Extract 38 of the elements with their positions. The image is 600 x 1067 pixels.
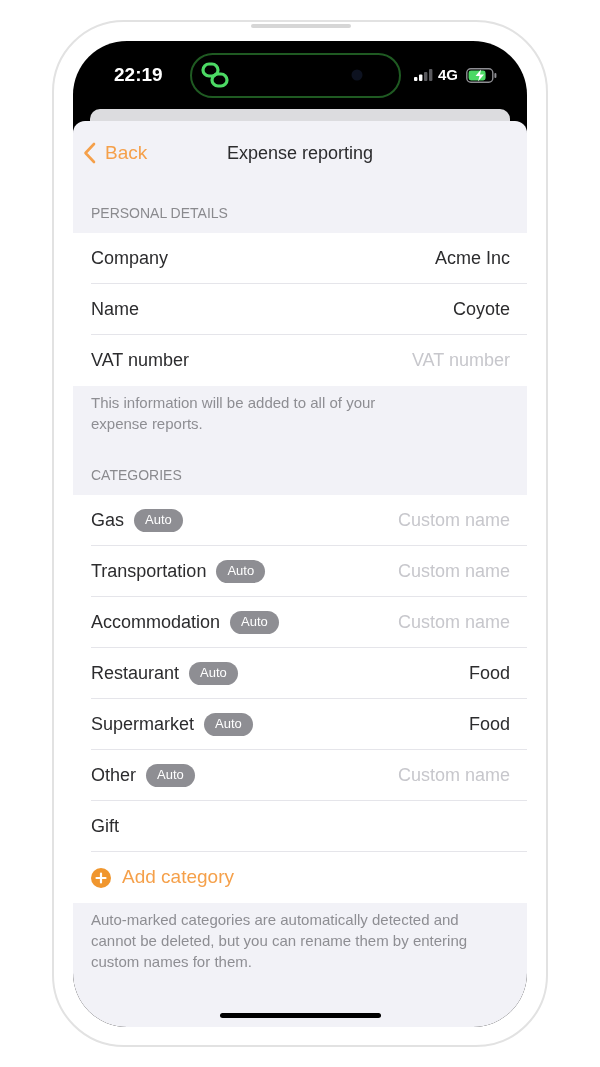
- link-icon: [201, 62, 229, 88]
- auto-badge: Auto: [230, 610, 279, 634]
- row-label: Transportation: [91, 559, 207, 583]
- text-field[interactable]: Food: [468, 659, 510, 687]
- row-label: Supermarket: [91, 712, 195, 736]
- text-field[interactable]: Acme Inc: [434, 244, 510, 272]
- row-label: Gift: [91, 814, 119, 838]
- text-field[interactable]: Custom name: [397, 506, 510, 534]
- page-title: Expense reporting: [226, 141, 374, 165]
- auto-badge: Auto: [204, 712, 253, 736]
- row-label: Company: [91, 246, 169, 270]
- text-field[interactable]: Custom name: [397, 557, 510, 585]
- text-field[interactable]: Food: [468, 710, 510, 738]
- text-field[interactable]: VAT number: [411, 346, 510, 375]
- battery-charging-icon: [466, 67, 497, 83]
- section-header: PERSONAL DETAILS: [91, 204, 228, 223]
- section-footer: This information will be added to all of your expense reports.: [91, 392, 406, 434]
- text-field[interactable]: Coyote: [452, 295, 510, 323]
- network-label: 4G: [438, 64, 458, 85]
- row-label: Restaurant: [91, 661, 180, 685]
- row-label: Gas: [91, 508, 124, 532]
- auto-badge: Auto: [134, 508, 183, 532]
- section-header: CATEGORIES: [91, 466, 182, 485]
- auto-badge: Auto: [146, 763, 195, 787]
- text-field[interactable]: Custom name: [397, 608, 510, 636]
- auto-badge: Auto: [189, 661, 238, 685]
- section-footer: Auto-marked categories are automatically detected and cannot be deleted, but you can rename them by entering custom names for them.: [91, 909, 481, 972]
- row-label: Name: [91, 297, 139, 321]
- text-field[interactable]: Custom name: [397, 761, 510, 789]
- row-label: VAT number: [91, 349, 190, 372]
- row-label: Accommodation: [91, 610, 221, 634]
- status-time: 22:19: [114, 62, 164, 87]
- row-label: Other: [91, 763, 137, 787]
- signal-icon: [414, 69, 433, 81]
- auto-badge: Auto: [216, 559, 266, 583]
- chevron-left-icon: [83, 142, 96, 164]
- camera-dot-icon: [351, 69, 363, 81]
- plus-circle-icon: [91, 867, 111, 888]
